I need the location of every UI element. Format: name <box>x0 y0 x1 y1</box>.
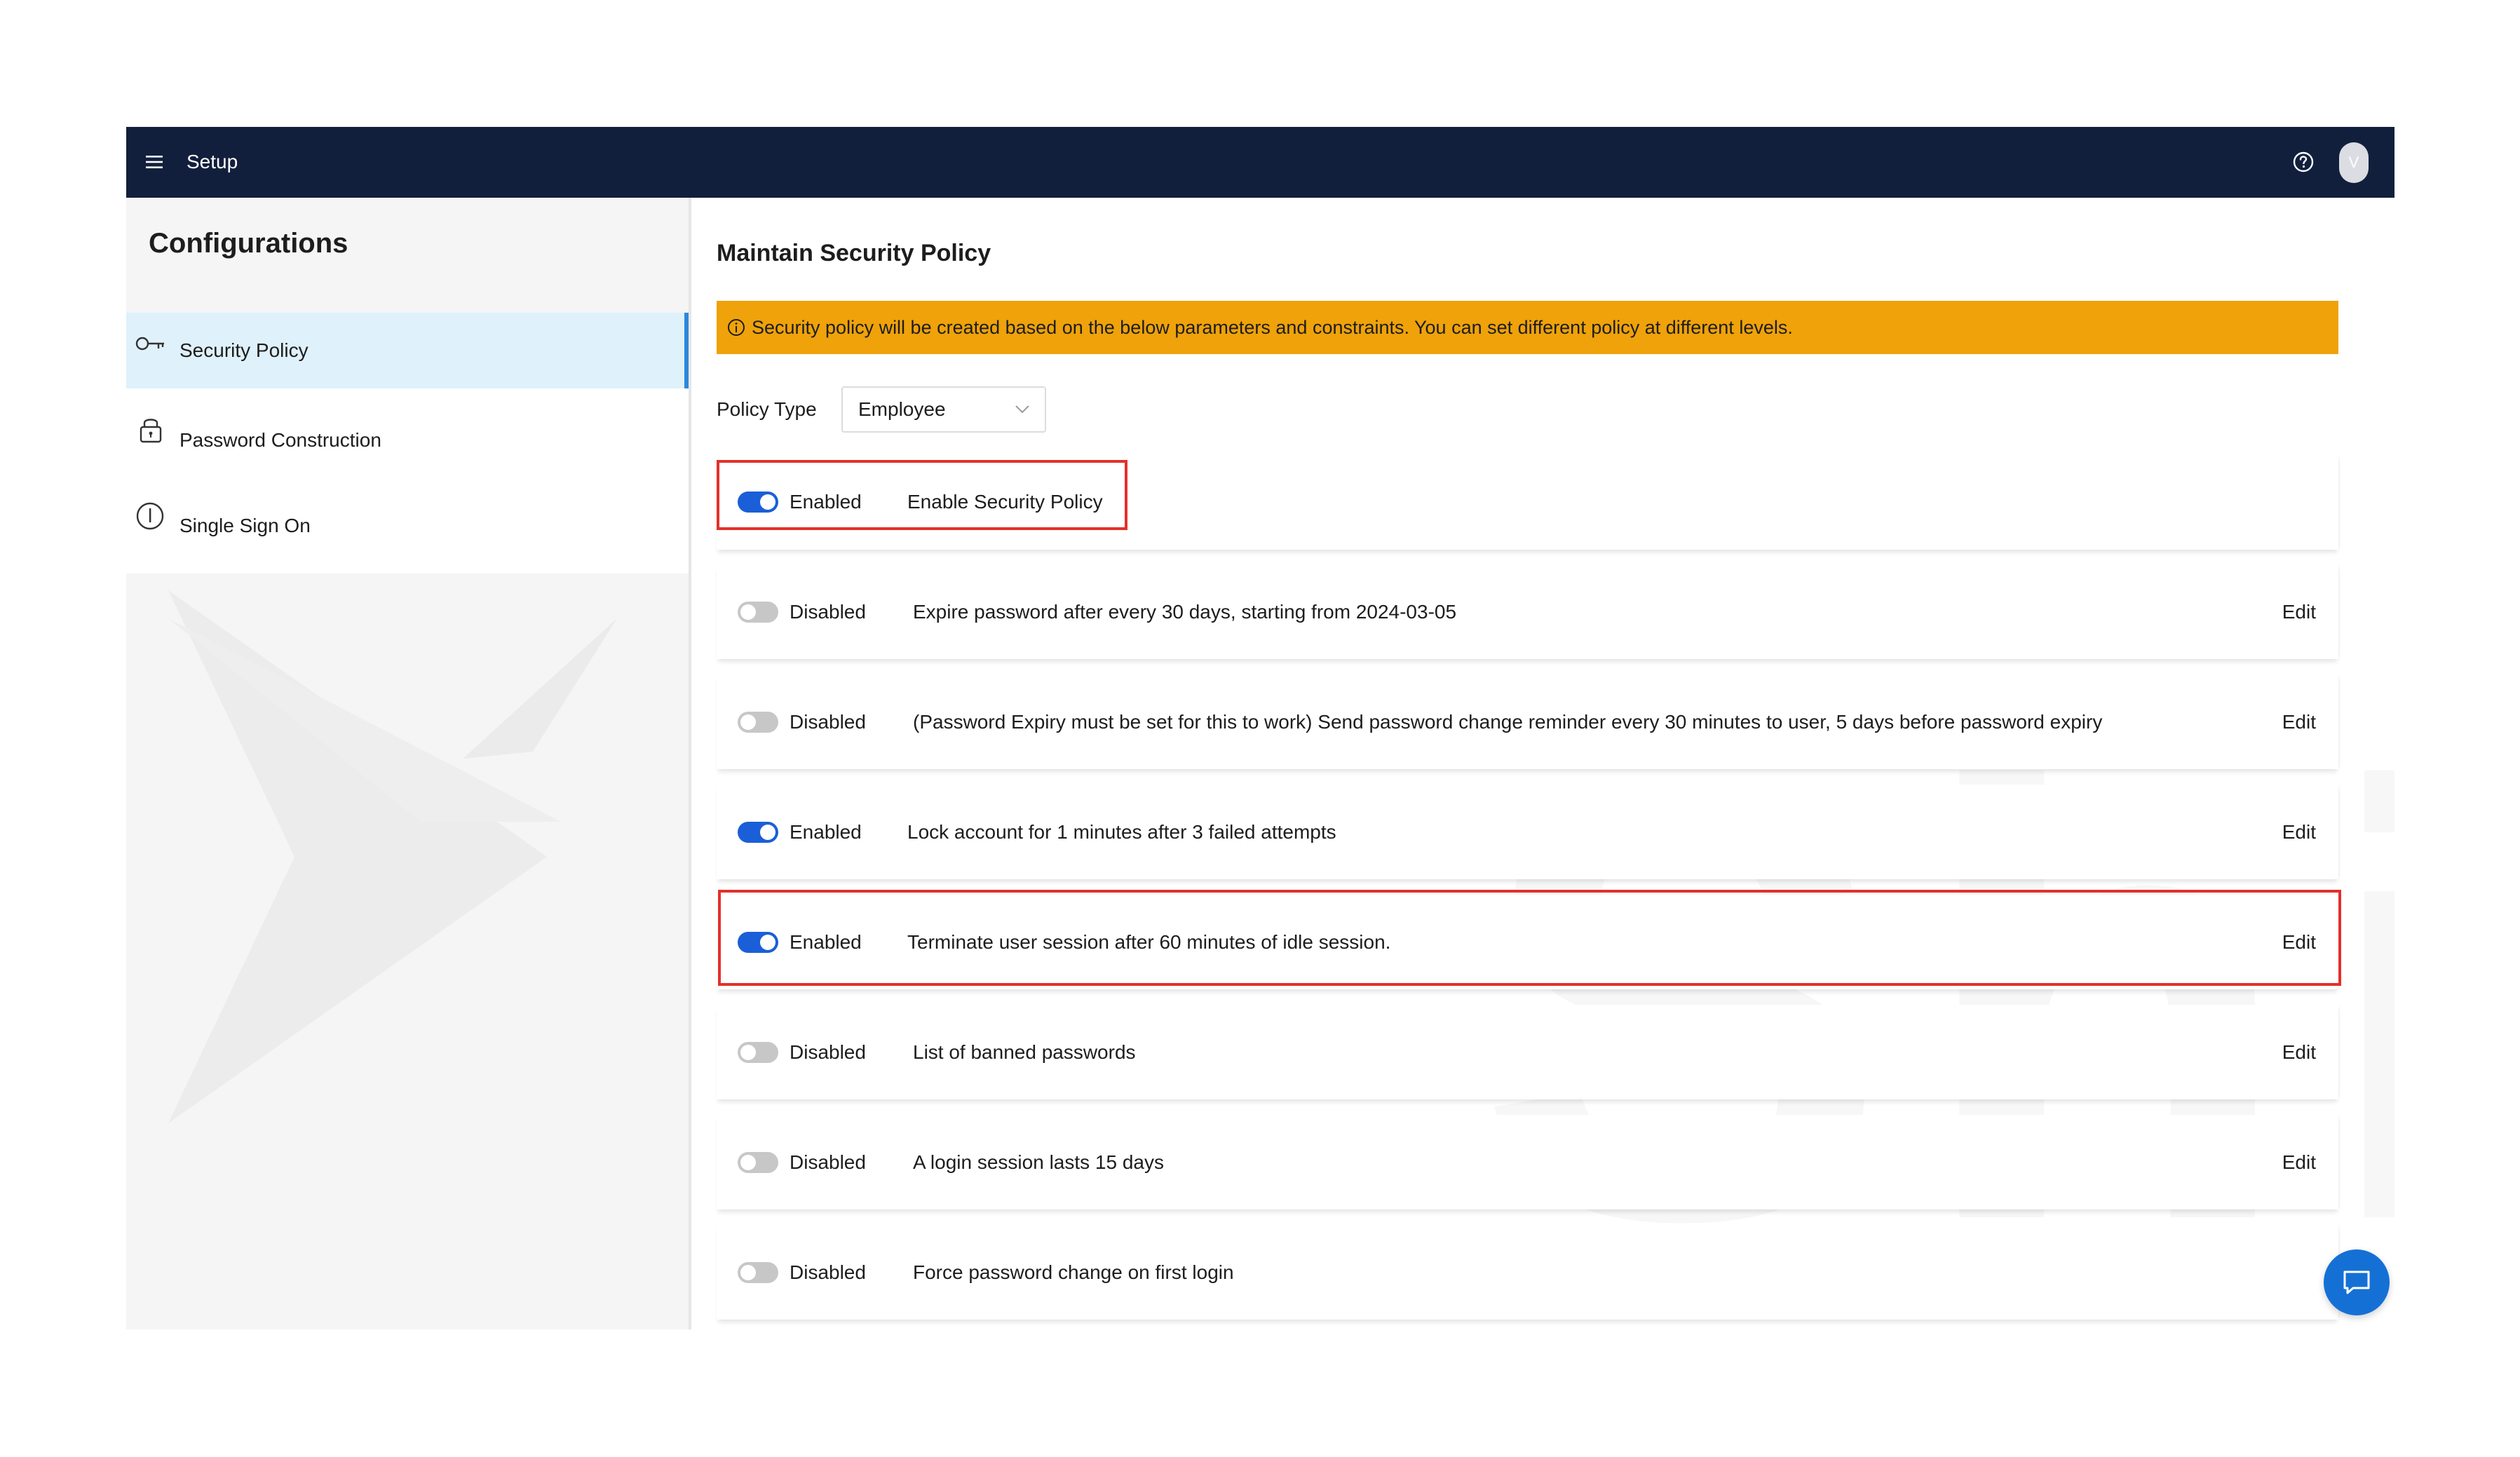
info-banner: Security policy will be created based on… <box>717 301 2338 354</box>
policy-toggle[interactable] <box>738 1042 778 1063</box>
info-circle-icon <box>728 319 745 336</box>
policy-description: Expire password after every 30 days, sta… <box>913 601 1457 623</box>
policy-description: List of banned passwords <box>913 1041 1136 1063</box>
policy-toggle[interactable] <box>738 712 778 733</box>
policy-type-select[interactable]: Employee <box>841 386 1046 433</box>
sidebar-item-label: Security Policy <box>179 339 309 361</box>
policy-status: Disabled <box>790 1261 866 1283</box>
edit-link[interactable]: Edit <box>2282 1038 2316 1066</box>
edit-link[interactable]: Edit <box>2282 708 2316 736</box>
policy-status: Disabled <box>790 1041 866 1063</box>
chat-button[interactable] <box>2324 1249 2390 1315</box>
edit-link[interactable]: Edit <box>2282 818 2316 846</box>
app-window: Setup V Configurations Security Policy P… <box>126 127 2394 1329</box>
policy-status: Enabled <box>790 821 862 843</box>
edit-link[interactable]: Edit <box>2282 598 2316 626</box>
sidebar: Configurations Security Policy Password … <box>126 198 691 1329</box>
sidebar-header: Configurations <box>126 198 689 306</box>
policy-status: Disabled <box>790 711 866 733</box>
question-circle-icon[interactable] <box>2292 151 2315 173</box>
policy-type-value: Employee <box>858 398 946 420</box>
user-avatar[interactable]: V <box>2339 142 2369 183</box>
policy-row-password-expiry: Disabled Expire password after every 30 … <box>717 564 2338 659</box>
policy-status: Disabled <box>790 1151 866 1173</box>
policy-description: Terminate user session after 60 minutes … <box>907 931 1391 953</box>
sidebar-item-label: Single Sign On <box>179 515 311 536</box>
chat-bubble-icon <box>2343 1270 2370 1294</box>
hamburger-menu-icon[interactable] <box>144 152 164 172</box>
policy-row-force-password-change: Disabled Force password change on first … <box>717 1225 2338 1320</box>
key-icon <box>135 337 164 351</box>
policy-row-account-lock: Enabled Lock account for 1 minutes after… <box>717 785 2338 879</box>
policy-row-enable-security-policy: Enabled Enable Security Policy <box>717 455 2338 550</box>
policy-row-login-session-length: Disabled A login session lasts 15 days E… <box>717 1115 2338 1209</box>
sidebar-nav: Security Policy Password Construction Si… <box>126 313 689 574</box>
sidebar-title: Configurations <box>149 228 348 259</box>
policy-status: Enabled <box>790 931 862 953</box>
lock-icon <box>140 419 162 443</box>
policy-row-password-reminder: Disabled (Password Expiry must be set fo… <box>717 675 2338 769</box>
policy-toggle[interactable] <box>738 492 778 513</box>
main-content: Shipsy Maintain Security Policy Security… <box>691 198 2394 1329</box>
policy-toggle[interactable] <box>738 1152 778 1173</box>
policy-description: Force password change on first login <box>913 1261 1234 1283</box>
sidebar-item-security-policy[interactable]: Security Policy <box>126 313 689 388</box>
app-title: Setup <box>187 151 238 172</box>
policy-row-idle-session-timeout: Enabled Terminate user session after 60 … <box>717 895 2338 989</box>
banner-text: Security policy will be created based on… <box>752 316 1793 338</box>
policy-toggle[interactable] <box>738 1262 778 1283</box>
sidebar-item-password-construction[interactable]: Password Construction <box>126 401 689 477</box>
edit-link[interactable]: Edit <box>2282 928 2316 956</box>
policy-toggle[interactable] <box>738 602 778 623</box>
info-circle-icon <box>136 502 164 530</box>
policy-toggle[interactable] <box>738 822 778 843</box>
policy-status: Disabled <box>790 601 866 623</box>
policy-description: Enable Security Policy <box>907 491 1103 513</box>
page-title: Maintain Security Policy <box>717 240 991 266</box>
sidebar-item-label: Password Construction <box>179 429 381 451</box>
policy-status: Enabled <box>790 491 862 513</box>
top-navbar: Setup V <box>126 127 2394 198</box>
policy-description: (Password Expiry must be set for this to… <box>913 711 2103 733</box>
policy-row-banned-passwords: Disabled List of banned passwords Edit <box>717 1005 2338 1099</box>
policy-type-label: Policy Type <box>717 398 817 420</box>
chevron-down-icon <box>1015 405 1029 414</box>
policy-toggle[interactable] <box>738 932 778 953</box>
sidebar-item-single-sign-on[interactable]: Single Sign On <box>126 488 689 564</box>
edit-link[interactable]: Edit <box>2282 1148 2316 1177</box>
brand-watermark-logo <box>168 590 617 1123</box>
policy-description: A login session lasts 15 days <box>913 1151 1164 1173</box>
policy-description: Lock account for 1 minutes after 3 faile… <box>907 821 1336 843</box>
